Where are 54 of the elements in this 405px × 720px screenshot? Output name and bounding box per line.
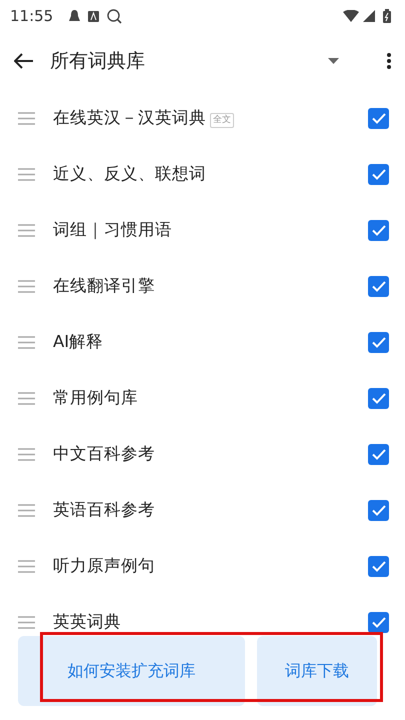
drag-handle-icon[interactable]	[18, 224, 35, 236]
dictionary-name: 英英词典	[53, 610, 121, 633]
drag-handle-icon[interactable]	[18, 168, 35, 180]
back-icon[interactable]	[14, 53, 34, 69]
dictionary-name: AI解释	[53, 330, 104, 353]
checkbox[interactable]	[368, 276, 389, 296]
drag-handle-icon[interactable]	[18, 336, 35, 348]
action-button[interactable]: 如何安装扩充词库	[18, 636, 245, 706]
drag-handle-icon[interactable]	[18, 392, 35, 404]
bell-icon	[69, 10, 80, 22]
checkmark-icon	[372, 280, 386, 292]
dictionary-name: 近义、反义、联想词	[53, 162, 206, 185]
checkmark-icon	[372, 336, 386, 348]
more-icon[interactable]	[387, 53, 391, 69]
checkbox[interactable]	[368, 612, 389, 632]
wifi-icon	[343, 10, 359, 22]
checkmark-icon	[372, 392, 386, 404]
action-button[interactable]: 词库下载	[257, 636, 377, 706]
checkbox[interactable]	[368, 444, 389, 464]
checkbox[interactable]	[368, 108, 389, 128]
dictionary-name: 在线翻译引擎	[53, 274, 155, 297]
dropdown-icon[interactable]	[328, 58, 339, 64]
drag-handle-icon[interactable]	[18, 504, 35, 516]
battery-icon	[383, 9, 391, 23]
checkmark-icon	[372, 448, 386, 460]
drag-handle-icon[interactable]	[18, 616, 35, 628]
signal-icon	[363, 10, 375, 22]
checkbox[interactable]	[368, 164, 389, 184]
checkbox[interactable]	[368, 220, 389, 240]
drag-handle-icon[interactable]	[18, 280, 35, 292]
dictionary-name: 常用例句库	[53, 386, 138, 409]
drag-handle-icon[interactable]	[18, 112, 35, 124]
checkmark-icon	[372, 168, 386, 180]
dictionary-name: 听力原声例句	[53, 554, 155, 577]
clock: 11:55	[10, 6, 54, 27]
checkbox[interactable]	[368, 556, 389, 576]
checkbox[interactable]	[368, 388, 389, 408]
checkbox[interactable]	[368, 332, 389, 352]
dictionary-name: 在线英汉－汉英词典	[53, 106, 206, 129]
dictionary-name: 英语百科参考	[53, 498, 155, 521]
tag-label: 全文	[210, 112, 234, 128]
checkmark-icon	[372, 112, 386, 124]
search-icon	[107, 8, 122, 24]
drag-handle-icon[interactable]	[18, 560, 35, 572]
checkbox[interactable]	[368, 500, 389, 520]
checkmark-icon	[372, 224, 386, 236]
app-icon	[88, 10, 100, 22]
page-title: 所有词典库	[50, 48, 145, 74]
dictionary-name: 中文百科参考	[53, 442, 155, 465]
checkmark-icon	[372, 560, 386, 572]
checkmark-icon	[372, 504, 386, 516]
drag-handle-icon[interactable]	[18, 448, 35, 460]
dictionary-name: 词组｜习惯用语	[53, 218, 172, 242]
checkmark-icon	[372, 616, 386, 628]
